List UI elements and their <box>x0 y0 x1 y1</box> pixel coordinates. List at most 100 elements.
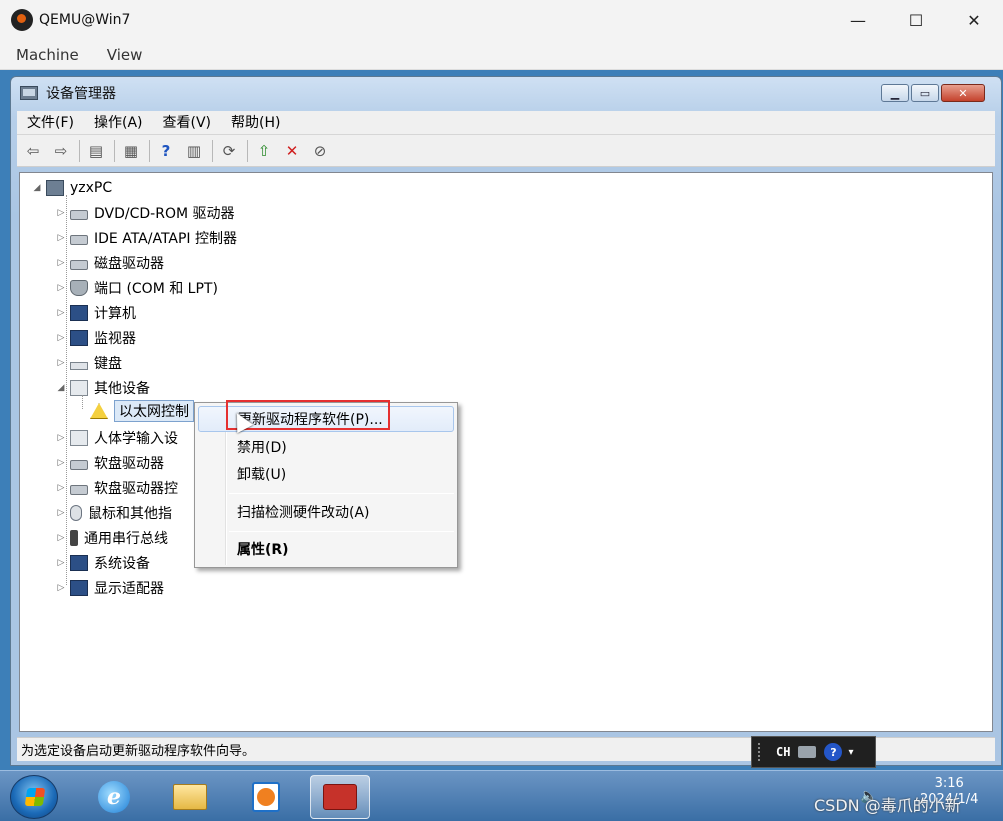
keyboard-icon[interactable] <box>798 746 817 758</box>
toolbar-separator <box>114 139 115 162</box>
expand-icon[interactable]: ▷ <box>56 433 66 443</box>
expand-icon[interactable]: ▷ <box>56 558 66 568</box>
device-manager-icon <box>20 86 38 100</box>
expand-icon[interactable]: ▷ <box>56 358 66 368</box>
menu-machine[interactable]: Machine <box>12 44 83 66</box>
maximize-button[interactable]: ☐ <box>887 0 945 40</box>
expand-icon[interactable]: ▷ <box>56 483 66 493</box>
forward-icon[interactable]: ⇨ <box>49 139 73 163</box>
menu-item-scan[interactable]: 扫描检测硬件改动(A) <box>198 499 454 525</box>
taskbar-explorer[interactable] <box>160 775 220 819</box>
menu-view[interactable]: 查看(V) <box>153 111 222 135</box>
tree-root[interactable]: ◢ yzxPC <box>32 177 112 199</box>
menu-item-uninstall[interactable]: 卸载(U) <box>198 461 454 487</box>
computer-icon <box>70 305 88 321</box>
properties-icon[interactable]: ▦ <box>119 139 143 163</box>
tree-item-ethernet[interactable]: 以太网控制 <box>86 400 194 422</box>
tree-item-disk[interactable]: ▷ 磁盘驱动器 <box>56 252 164 274</box>
tree-item-display[interactable]: ▷ 显示适配器 <box>56 577 164 599</box>
tree-item-floppy[interactable]: ▷ 软盘驱动器 <box>56 452 164 474</box>
toolbar-separator <box>247 139 248 162</box>
dm-minimize-button[interactable]: ▁ <box>881 84 909 102</box>
warning-icon <box>90 403 108 419</box>
hid-icon <box>70 430 88 446</box>
help-icon[interactable]: ? <box>824 743 843 761</box>
tree-connector <box>82 395 83 409</box>
tree-item-monitors[interactable]: ▷ 监视器 <box>56 327 136 349</box>
tree-item-label: IDE ATA/ATAPI 控制器 <box>94 231 238 247</box>
tree-item-keyboard[interactable]: ▷ 键盘 <box>56 352 122 374</box>
close-button[interactable]: ✕ <box>945 0 1003 40</box>
help-icon[interactable]: ? <box>154 139 178 163</box>
tree-item-hid[interactable]: ▷ 人体学输入设 <box>56 427 178 449</box>
tree-item-ports[interactable]: ▷ 端口 (COM 和 LPT) <box>56 277 218 299</box>
tree-item-label: 磁盘驱动器 <box>94 256 164 272</box>
windows-logo-icon <box>24 788 46 806</box>
uninstall-icon[interactable]: ✕ <box>280 139 304 163</box>
tree-item-label: 人体学输入设 <box>94 431 178 447</box>
floppy-drive-icon <box>70 460 88 470</box>
system-device-icon <box>70 555 88 571</box>
taskbar-media-player[interactable] <box>236 775 296 819</box>
grip-icon[interactable] <box>758 743 768 761</box>
dm-window-title: 设备管理器 <box>46 86 116 102</box>
language-bar: CH ? ▾ <box>751 736 876 768</box>
menu-view[interactable]: View <box>103 44 147 66</box>
scan-hardware-icon[interactable]: ⟳ <box>217 139 241 163</box>
menu-item-properties[interactable]: 属性(R) <box>198 536 454 562</box>
taskbar-ie[interactable]: e <box>84 775 144 819</box>
monitor-icon <box>70 330 88 346</box>
expand-icon[interactable]: ▷ <box>56 458 66 468</box>
expand-icon[interactable]: ▷ <box>56 283 66 293</box>
qemu-app-icon <box>11 9 33 31</box>
expand-icon[interactable]: ▷ <box>56 583 66 593</box>
dm-close-button[interactable]: ✕ <box>941 84 985 102</box>
host-window-controls: — ☐ ✕ <box>829 0 1003 40</box>
disk-drive-icon <box>70 260 88 270</box>
tree-item-floppy-controller[interactable]: ▷ 软盘驱动器控 <box>56 477 178 499</box>
tree-item-label: DVD/CD-ROM 驱动器 <box>94 206 235 222</box>
start-button[interactable] <box>10 775 58 819</box>
show-hide-tree-icon[interactable]: ▤ <box>84 139 108 163</box>
unknown-device-icon <box>70 380 88 396</box>
port-icon <box>70 280 88 296</box>
expand-icon[interactable]: ▷ <box>56 208 66 218</box>
minimize-button[interactable]: — <box>829 0 887 40</box>
expand-icon[interactable]: ▷ <box>56 533 66 543</box>
menu-separator <box>229 493 454 494</box>
action-pane-icon[interactable]: ▥ <box>182 139 206 163</box>
collapse-icon[interactable]: ◢ <box>56 383 66 393</box>
expand-icon[interactable]: ▷ <box>56 308 66 318</box>
tree-item-ide[interactable]: ▷ IDE ATA/ATAPI 控制器 <box>56 227 237 249</box>
update-driver-icon[interactable]: ⇧ <box>252 139 276 163</box>
dm-maximize-button[interactable]: ▭ <box>911 84 939 102</box>
tree-item-mice[interactable]: ▷ 鼠标和其他指 <box>56 502 172 524</box>
menu-file[interactable]: 文件(F) <box>17 111 84 135</box>
menu-help[interactable]: 帮助(H) <box>221 111 290 135</box>
tree-item-label: 系统设备 <box>94 556 150 572</box>
tree-item-dvd[interactable]: ▷ DVD/CD-ROM 驱动器 <box>56 202 235 224</box>
dm-toolbar: ⇦ ⇨ ▤ ▦ ? ▥ ⟳ ⇧ ✕ ⊘ <box>17 135 995 167</box>
tree-item-usb[interactable]: ▷ 通用串行总线 <box>56 527 168 549</box>
tree-item-label: 键盘 <box>94 356 122 372</box>
language-indicator[interactable]: CH <box>776 745 790 759</box>
tree-item-other-devices[interactable]: ◢ 其他设备 <box>56 377 150 399</box>
collapse-icon[interactable]: ◢ <box>32 183 42 193</box>
options-arrow-icon[interactable]: ▾ <box>848 747 853 758</box>
tree-item-label: 鼠标和其他指 <box>88 506 172 522</box>
back-icon[interactable]: ⇦ <box>21 139 45 163</box>
menu-action[interactable]: 操作(A) <box>84 111 153 135</box>
device-manager-window: 设备管理器 ▁ ▭ ✕ 文件(F) 操作(A) 查看(V) 帮助(H) ⇦ ⇨ … <box>10 76 1002 766</box>
folder-icon <box>173 784 207 810</box>
device-tree: ◢ yzxPC ▷ DVD/CD-ROM 驱动器 ▷ IDE ATA/ATAPI… <box>19 172 993 732</box>
dm-menubar: 文件(F) 操作(A) 查看(V) 帮助(H) <box>17 111 995 135</box>
expand-icon[interactable]: ▷ <box>56 508 66 518</box>
expand-icon[interactable]: ▷ <box>56 258 66 268</box>
expand-icon[interactable]: ▷ <box>56 333 66 343</box>
taskbar-device-manager[interactable] <box>310 775 370 819</box>
tree-item-system[interactable]: ▷ 系统设备 <box>56 552 150 574</box>
menu-item-disable[interactable]: 禁用(D) <box>198 434 454 460</box>
disable-icon[interactable]: ⊘ <box>308 139 332 163</box>
expand-icon[interactable]: ▷ <box>56 233 66 243</box>
tree-item-computer[interactable]: ▷ 计算机 <box>56 302 136 324</box>
